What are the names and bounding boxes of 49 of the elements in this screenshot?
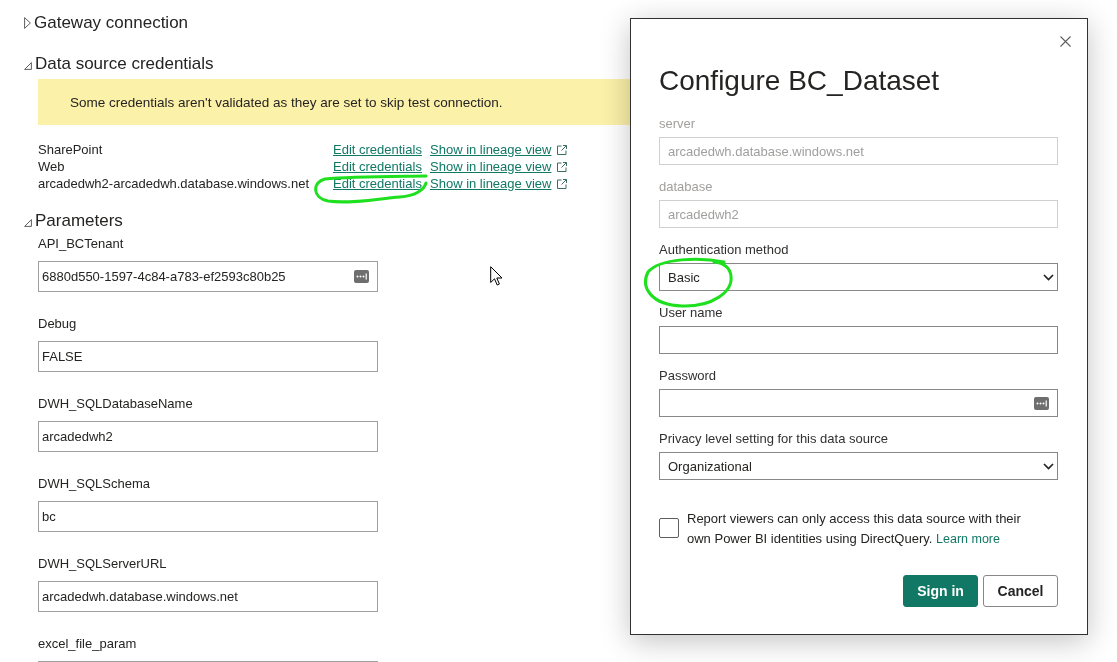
data-source-name: arcadedwh2-arcadedwh.database.windows.net bbox=[38, 176, 309, 191]
input-field[interactable] bbox=[659, 326, 1058, 354]
field-label: server bbox=[659, 116, 696, 132]
data-source-name: SharePoint bbox=[38, 142, 103, 157]
external-link-icon[interactable] bbox=[557, 145, 567, 155]
checkbox-label: Report viewers can only access this data source with their own Power BI identities using DirectQuery. Learn more bbox=[687, 510, 1022, 548]
field-label: Password bbox=[659, 368, 717, 384]
parameter-label: excel_file_param bbox=[38, 636, 137, 652]
edit-credentials-link[interactable]: Edit credentials bbox=[333, 142, 422, 157]
field-label: Authentication method bbox=[659, 242, 789, 258]
section-header[interactable]: Parameters bbox=[24, 209, 123, 233]
parameter-label: API_BCTenant bbox=[38, 236, 124, 252]
learn-more-link[interactable]: Learn more bbox=[936, 532, 1000, 546]
parameter-label: DWH_SQLSchema bbox=[38, 476, 150, 492]
lineage-view-link[interactable]: Show in lineage view bbox=[430, 159, 552, 174]
field-label: Privacy level setting for this data source bbox=[659, 431, 889, 447]
parameter-label: DWH_SQLServerURL bbox=[38, 556, 167, 572]
chevron-down-icon bbox=[1043, 273, 1054, 281]
dialog-title: Configure BC_Dataset bbox=[659, 64, 940, 98]
dots-tile-icon[interactable] bbox=[354, 270, 369, 283]
section-header[interactable]: Gateway connection bbox=[24, 11, 189, 35]
input-field[interactable]: 6880d550-1597-4c84-a783-ef2593c80b25 bbox=[38, 261, 378, 292]
edit-credentials-link[interactable]: Edit credentials bbox=[333, 176, 422, 191]
secondary-button[interactable]: Cancel bbox=[983, 575, 1058, 607]
field-label: User name bbox=[659, 305, 723, 321]
input-field[interactable]: FALSE bbox=[38, 341, 378, 372]
input-field[interactable]: bc bbox=[38, 501, 378, 532]
checkbox[interactable] bbox=[659, 518, 679, 538]
lineage-view-link[interactable]: Show in lineage view bbox=[430, 142, 552, 157]
lineage-view-link[interactable]: Show in lineage view bbox=[430, 176, 552, 191]
mouse-pointer-icon bbox=[490, 266, 503, 286]
primary-button[interactable]: Sign in bbox=[903, 575, 978, 607]
dropdown[interactable]: Organizational bbox=[659, 452, 1058, 480]
parameter-label: Debug bbox=[38, 316, 77, 332]
external-link-icon[interactable] bbox=[557, 162, 567, 172]
section-header[interactable]: Data source credentials bbox=[24, 52, 214, 76]
warning-banner: Some credentials aren't validated as they are set to skip test connection. bbox=[38, 79, 630, 125]
external-link-icon[interactable] bbox=[557, 179, 567, 189]
chevron-down-icon bbox=[1043, 462, 1054, 470]
input-field[interactable] bbox=[659, 389, 1058, 417]
input-field[interactable]: arcadedwh.database.windows.net bbox=[38, 581, 378, 612]
field-label: database bbox=[659, 179, 713, 195]
close-icon bbox=[1060, 36, 1071, 47]
input-field[interactable]: arcadedwh2 bbox=[38, 421, 378, 452]
dropdown[interactable]: Basic bbox=[659, 263, 1058, 291]
data-source-name: Web bbox=[38, 159, 65, 174]
edit-credentials-link[interactable]: Edit credentials bbox=[333, 159, 422, 174]
parameter-label: DWH_SQLDatabaseName bbox=[38, 396, 193, 412]
close-button[interactable] bbox=[1060, 36, 1071, 47]
